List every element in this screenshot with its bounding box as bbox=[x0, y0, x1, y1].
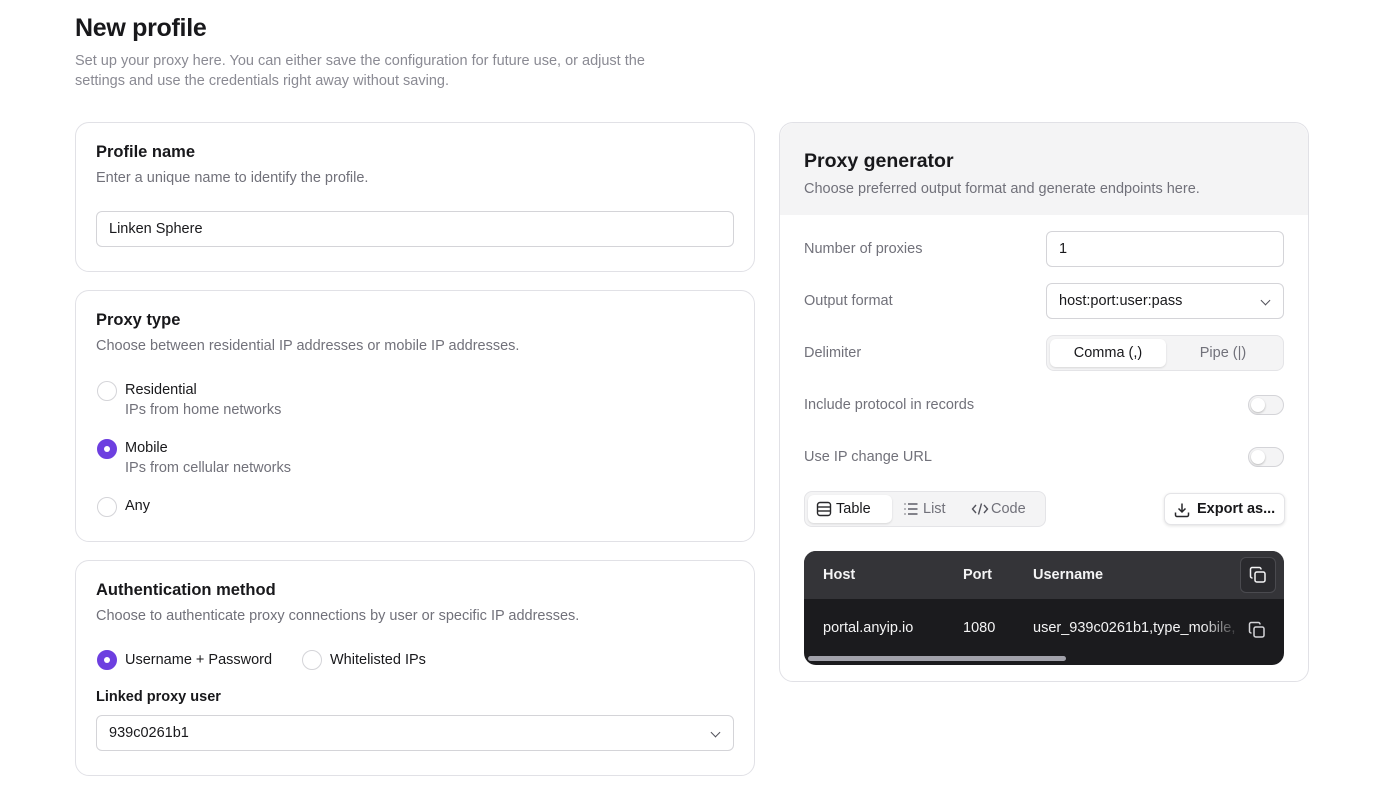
page-title: New profile bbox=[75, 14, 207, 42]
include-protocol-toggle[interactable] bbox=[1248, 395, 1284, 415]
delimiter-pipe-button[interactable]: Pipe (|) bbox=[1165, 339, 1281, 367]
column-username: Username bbox=[1033, 567, 1104, 583]
export-button[interactable]: Export as... bbox=[1164, 493, 1285, 525]
radio-mobile-sub: IPs from cellular networks bbox=[125, 460, 291, 476]
radio-any[interactable] bbox=[97, 497, 117, 517]
column-host: Host bbox=[823, 567, 856, 583]
proxy-type-card: Proxy type Choose between residential IP… bbox=[75, 290, 755, 542]
radio-mobile[interactable] bbox=[97, 439, 117, 459]
linked-proxy-user-value: 939c0261b1 bbox=[109, 725, 189, 741]
radio-username-password-label[interactable]: Username + Password bbox=[125, 652, 272, 668]
include-protocol-label: Include protocol in records bbox=[804, 397, 975, 413]
tab-code[interactable]: Code bbox=[963, 495, 1041, 523]
output-format-select[interactable]: host:port:user:pass bbox=[1046, 283, 1284, 319]
chevron-down-icon bbox=[710, 727, 721, 738]
radio-residential[interactable] bbox=[97, 381, 117, 401]
ip-change-url-label: Use IP change URL bbox=[804, 449, 932, 465]
number-of-proxies-label: Number of proxies bbox=[804, 241, 923, 257]
tab-code-label: Code bbox=[991, 501, 1026, 517]
table-icon bbox=[816, 501, 832, 517]
proxy-type-title: Proxy type bbox=[96, 311, 181, 329]
linked-proxy-user-label: Linked proxy user bbox=[96, 689, 221, 705]
proxy-type-description: Choose between residential IP addresses … bbox=[96, 338, 520, 354]
copy-icon bbox=[1249, 566, 1266, 583]
radio-username-password[interactable] bbox=[97, 650, 117, 670]
number-of-proxies-input[interactable]: 1 bbox=[1046, 231, 1284, 267]
tab-table[interactable]: Table bbox=[808, 495, 892, 523]
radio-whitelisted-ips[interactable] bbox=[302, 650, 322, 670]
export-button-label: Export as... bbox=[1197, 501, 1276, 517]
copy-row-button[interactable] bbox=[1240, 613, 1276, 643]
list-icon bbox=[904, 503, 918, 515]
cell-port: 1080 bbox=[963, 620, 996, 636]
tab-table-label: Table bbox=[836, 501, 871, 517]
radio-any-label[interactable]: Any bbox=[125, 498, 150, 514]
profile-name-card: Profile name Enter a unique name to iden… bbox=[75, 122, 755, 272]
auth-method-card: Authentication method Choose to authenti… bbox=[75, 560, 755, 776]
profile-name-description: Enter a unique name to identify the prof… bbox=[96, 170, 369, 186]
tab-list[interactable]: List bbox=[895, 495, 961, 523]
delimiter-segmented-control: Comma (,) Pipe (|) bbox=[1046, 335, 1284, 371]
tab-list-label: List bbox=[923, 501, 946, 517]
code-icon bbox=[971, 503, 989, 515]
cell-host: portal.anyip.io bbox=[823, 620, 914, 636]
column-port: Port bbox=[963, 567, 992, 583]
delimiter-comma-button[interactable]: Comma (,) bbox=[1050, 339, 1166, 367]
proxy-generator-card: Proxy generator Choose preferred output … bbox=[779, 122, 1309, 682]
auth-method-title: Authentication method bbox=[96, 581, 276, 599]
delimiter-label: Delimiter bbox=[804, 345, 862, 361]
horizontal-scrollbar-thumb[interactable] bbox=[808, 656, 1066, 661]
row-fade bbox=[1202, 611, 1242, 645]
chevron-down-icon bbox=[1260, 295, 1271, 306]
page-description: Set up your proxy here. You can either s… bbox=[75, 53, 645, 89]
download-icon bbox=[1174, 503, 1190, 518]
copy-icon bbox=[1248, 621, 1265, 638]
profile-name-title: Profile name bbox=[96, 143, 196, 161]
profile-name-input[interactable]: Linken Sphere bbox=[96, 211, 734, 247]
generator-title: Proxy generator bbox=[804, 150, 954, 172]
radio-residential-label[interactable]: Residential bbox=[125, 382, 197, 398]
ip-change-url-toggle[interactable] bbox=[1248, 447, 1284, 467]
generator-description: Choose preferred output format and gener… bbox=[804, 181, 1200, 197]
auth-method-description: Choose to authenticate proxy connections… bbox=[96, 608, 580, 624]
output-format-label: Output format bbox=[804, 293, 893, 309]
radio-mobile-label[interactable]: Mobile bbox=[125, 440, 168, 456]
output-format-value: host:port:user:pass bbox=[1059, 293, 1183, 309]
view-tabs: Table List Code bbox=[804, 491, 1046, 527]
linked-proxy-user-select[interactable]: 939c0261b1 bbox=[96, 715, 734, 751]
radio-residential-sub: IPs from home networks bbox=[125, 402, 282, 418]
radio-whitelisted-ips-label[interactable]: Whitelisted IPs bbox=[330, 652, 426, 668]
proxy-table: Host Port Username portal.anyip.io 1080 … bbox=[804, 551, 1284, 665]
copy-all-button[interactable] bbox=[1240, 557, 1276, 593]
